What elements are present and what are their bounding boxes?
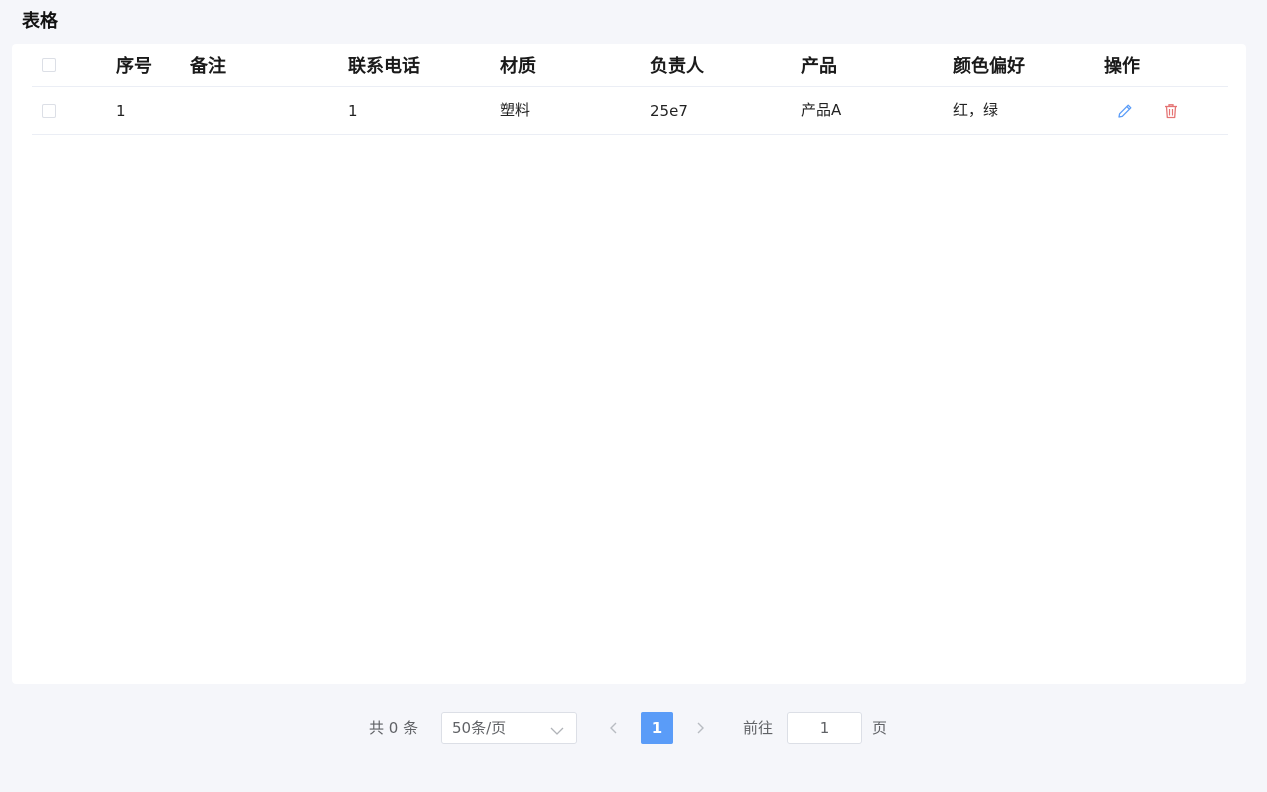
- header-color[interactable]: 颜色偏好: [953, 44, 1025, 86]
- select-all-checkbox[interactable]: [42, 58, 56, 72]
- goto-page-input[interactable]: [787, 712, 862, 744]
- row-checkbox[interactable]: [42, 103, 56, 118]
- data-table: 序号 备注 联系电话 材质 负责人 产品 颜色偏好 操作 1 1 塑料 25e7…: [32, 44, 1228, 135]
- pagination: 共 0 条 50条/页 1 前往 页: [0, 712, 1267, 744]
- cell-material: 塑料: [500, 101, 531, 119]
- header-owner[interactable]: 负责人: [650, 44, 704, 86]
- header-product[interactable]: 产品: [801, 44, 837, 86]
- page-size-value: 50条/页: [452, 719, 507, 737]
- cell-phone: 1: [348, 101, 358, 120]
- header-select-all[interactable]: [42, 44, 56, 86]
- row-select-cell[interactable]: [42, 87, 56, 134]
- prev-page-button[interactable]: [604, 712, 624, 744]
- page-title: 表格: [22, 11, 58, 32]
- goto-label: 前往: [743, 719, 774, 737]
- chevron-down-icon: [550, 722, 564, 741]
- cell-product: 产品A: [801, 101, 842, 119]
- cell-index: 1: [116, 101, 126, 120]
- next-page-button[interactable]: [690, 712, 710, 744]
- table-row[interactable]: 1 1 塑料 25e7 产品A 红，绿: [32, 87, 1228, 135]
- delete-icon[interactable]: [1160, 100, 1182, 122]
- cell-owner: 25e7: [650, 101, 688, 120]
- header-index[interactable]: 序号: [116, 44, 152, 86]
- table-card: 序号 备注 联系电话 材质 负责人 产品 颜色偏好 操作 1 1 塑料 25e7…: [12, 44, 1246, 684]
- header-actions: 操作: [1104, 56, 1140, 77]
- edit-icon[interactable]: [1114, 100, 1136, 122]
- chevron-right-icon: [697, 722, 704, 734]
- header-remark[interactable]: 备注: [190, 44, 226, 86]
- page-suffix-label: 页: [872, 719, 888, 737]
- page-size-select[interactable]: 50条/页: [441, 712, 577, 744]
- page-number-button[interactable]: 1: [641, 712, 673, 744]
- header-phone[interactable]: 联系电话: [348, 44, 420, 86]
- pagination-total: 共 0 条: [369, 719, 419, 737]
- header-material[interactable]: 材质: [500, 44, 536, 86]
- chevron-left-icon: [610, 722, 617, 734]
- cell-color: 红，绿: [953, 101, 999, 119]
- table-header-row: 序号 备注 联系电话 材质 负责人 产品 颜色偏好 操作: [32, 44, 1228, 87]
- cell-actions: [1114, 87, 1182, 134]
